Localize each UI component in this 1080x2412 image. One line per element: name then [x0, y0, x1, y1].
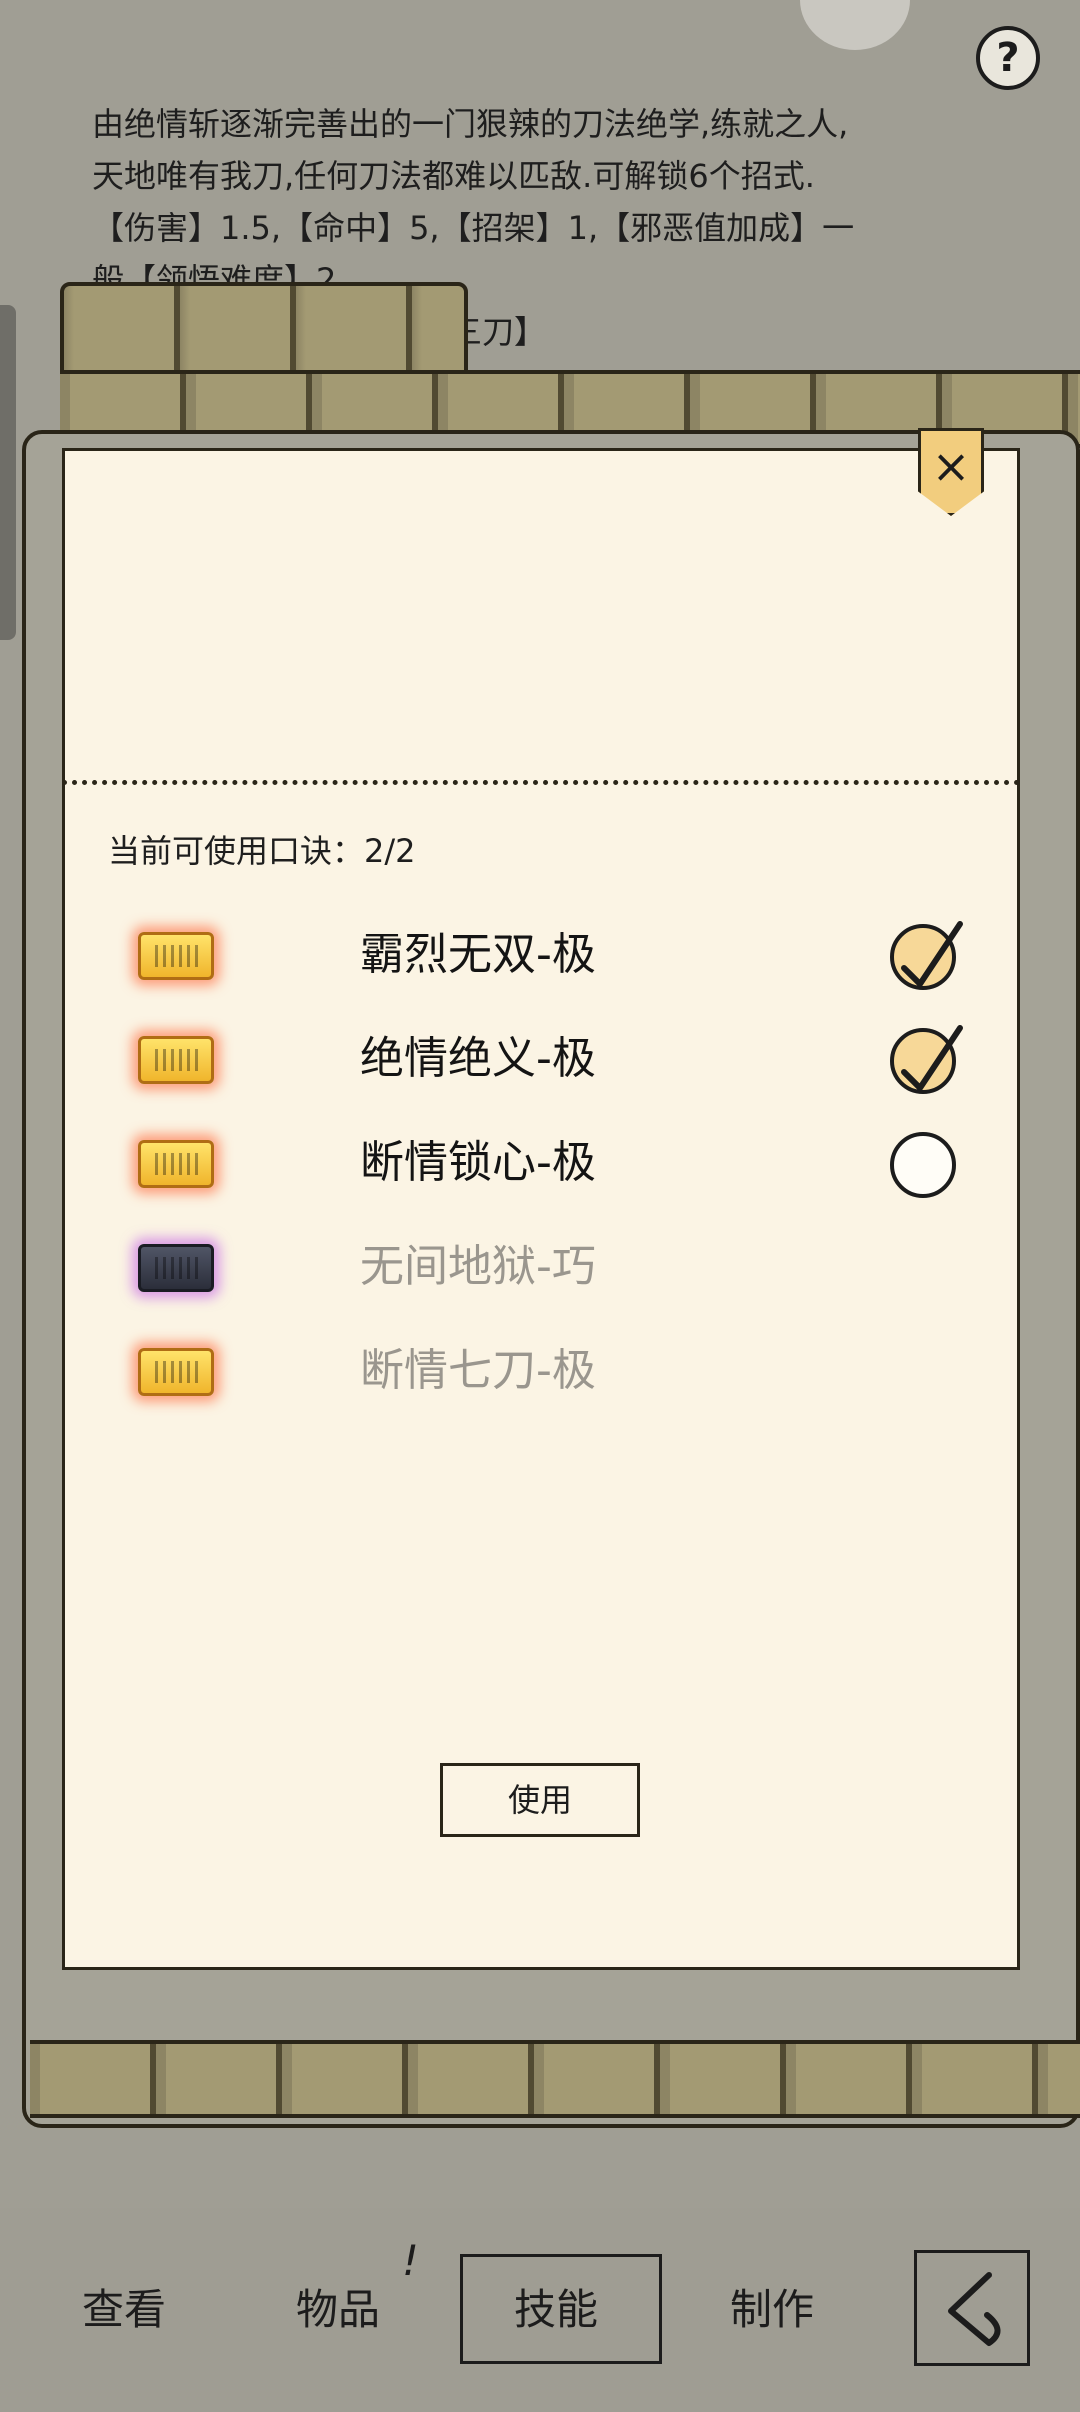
skill-row: 无间地狱-巧 [128, 1224, 988, 1314]
skill-name: 断情锁心-极 [360, 1137, 596, 1188]
description-line: 由绝情斩逐渐完善出的一门狠辣的刀法绝学,练就之人, [92, 105, 849, 143]
check-icon [901, 921, 963, 987]
skill-row[interactable]: 断情锁心-极 [128, 1120, 988, 1210]
checkbox-checked[interactable] [890, 1025, 963, 1094]
scroll-roll-bottom [30, 2040, 1080, 2118]
check-icon [901, 1025, 963, 1091]
skill-row: 断情七刀-极 [128, 1328, 988, 1418]
skill-name: 绝情绝义-极 [360, 1033, 596, 1084]
edge-handle[interactable] [0, 305, 16, 640]
tab-skills[interactable]: 技能 [514, 2262, 598, 2358]
tab-craft[interactable]: 制作 [730, 2262, 814, 2358]
gold-scroll-icon [138, 1348, 214, 1396]
dark-scroll-icon [138, 1244, 214, 1292]
help-button[interactable]: ? [976, 26, 1040, 90]
tab-items[interactable]: 物品 [296, 2262, 380, 2358]
back-arrow-icon [948, 2272, 1001, 2346]
skill-name: 无间地狱-巧 [360, 1241, 596, 1292]
gold-scroll-icon [138, 932, 214, 980]
gold-scroll-icon [138, 1036, 214, 1084]
mantra-count: 当前可使用口诀：2/2 [108, 832, 416, 870]
skill-row[interactable]: 霸烈无双-极 [128, 912, 988, 1002]
dotted-divider [62, 780, 1020, 785]
use-button[interactable]: 使用 [440, 1763, 640, 1837]
skill-name: 断情七刀-极 [360, 1345, 596, 1396]
notification-badge: ! [402, 2236, 419, 2285]
description-line: 【伤害】1.5,【命中】5,【招架】1,【邪恶值加成】一 [92, 209, 855, 247]
skill-row[interactable]: 绝情绝义-极 [128, 1016, 988, 1106]
gold-scroll-icon [138, 1140, 214, 1188]
checkbox-checked[interactable] [890, 921, 963, 990]
skill-name: 霸烈无双-极 [360, 929, 596, 980]
checkbox-unchecked[interactable] [890, 1132, 956, 1198]
scroll-roll-top-left [60, 282, 468, 380]
back-button[interactable] [914, 2250, 1030, 2366]
description-line: 天地唯有我刀,任何刀法都难以匹敌.可解锁6个招式. [92, 157, 815, 195]
tab-view[interactable]: 查看 [82, 2262, 166, 2358]
